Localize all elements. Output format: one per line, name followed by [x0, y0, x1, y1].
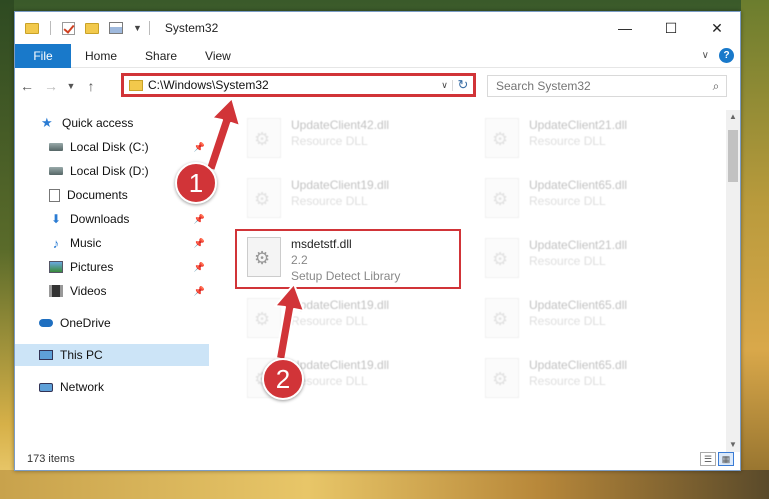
arrow-2-icon [274, 283, 305, 361]
callout-badge-2: 2 [262, 358, 304, 400]
callout-badge-1: 1 [175, 162, 217, 204]
annotation-arrows [205, 97, 305, 361]
arrow-1-icon [205, 97, 241, 172]
